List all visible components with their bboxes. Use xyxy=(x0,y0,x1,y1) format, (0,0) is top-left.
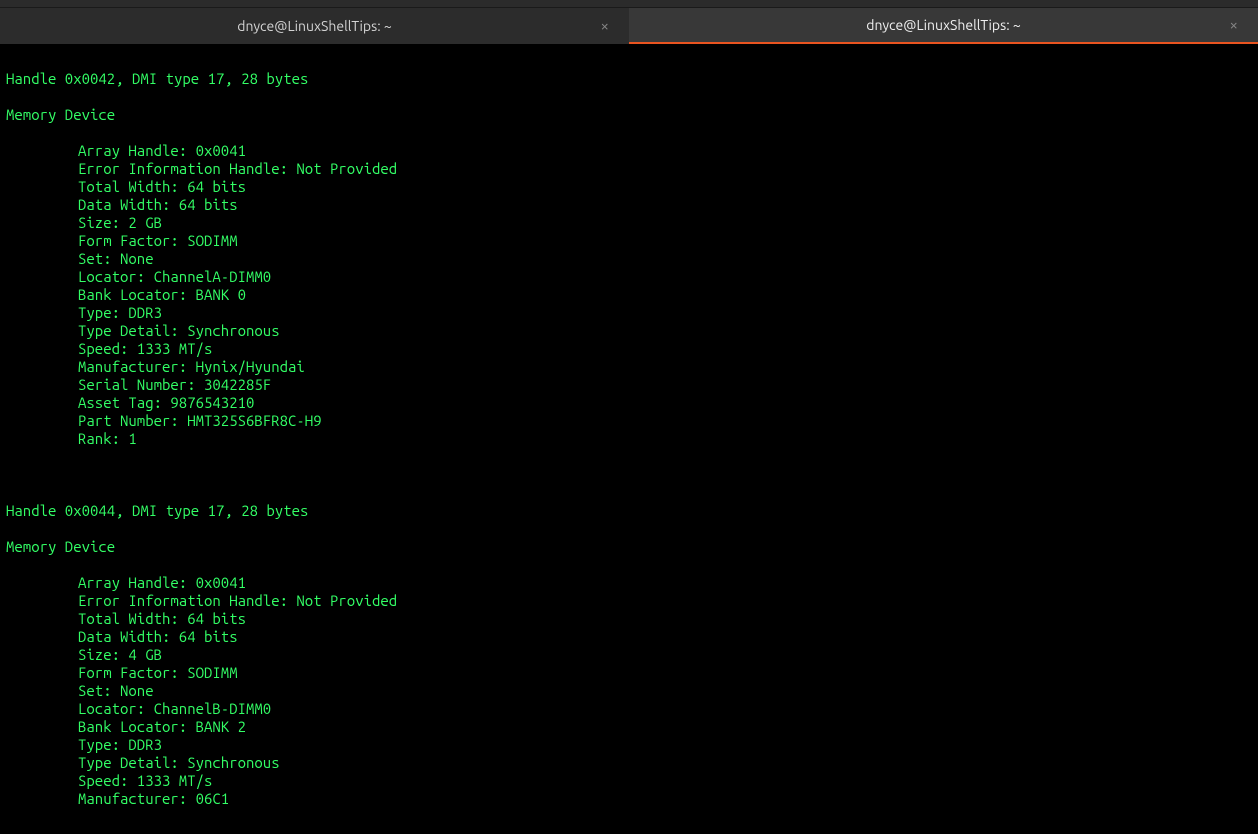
memory-device-field: Form Factor: SODIMM xyxy=(6,664,1252,682)
memory-device-field: Form Factor: SODIMM xyxy=(6,232,1252,250)
terminal-tabbar: dnyce@LinuxShellTips: ~ × dnyce@LinuxShe… xyxy=(0,8,1258,44)
memory-device-field: Error Information Handle: Not Provided xyxy=(6,592,1252,610)
memory-device-field: Asset Tag: 9876543210 xyxy=(6,394,1252,412)
memory-device-field: Type Detail: Synchronous xyxy=(6,754,1252,772)
memory-device-field: Data Width: 64 bits xyxy=(6,196,1252,214)
memory-device-field: Size: 2 GB xyxy=(6,214,1252,232)
window-titlebar xyxy=(0,0,1258,8)
memory-device-field: Size: 4 GB xyxy=(6,646,1252,664)
memory-device-field: Type: DDR3 xyxy=(6,304,1252,322)
memory-device-field: Serial Number: 3042285F xyxy=(6,376,1252,394)
memory-device-field: Total Width: 64 bits xyxy=(6,178,1252,196)
memory-device-field: Error Information Handle: Not Provided xyxy=(6,160,1252,178)
memory-device-field: Set: None xyxy=(6,682,1252,700)
memory-device-field: Type Detail: Synchronous xyxy=(6,322,1252,340)
memory-device-field: Data Width: 64 bits xyxy=(6,628,1252,646)
memory-device-field: Speed: 1333 MT/s xyxy=(6,340,1252,358)
memory-device-field: Array Handle: 0x0041 xyxy=(6,574,1252,592)
memory-device-field: Bank Locator: BANK 2 xyxy=(6,718,1252,736)
memory-device-field: Part Number: HMT325S6BFR8C-H9 xyxy=(6,412,1252,430)
memory-device-field: Locator: ChannelB-DIMM0 xyxy=(6,700,1252,718)
memory-device-field: Speed: 1333 MT/s xyxy=(6,772,1252,790)
memory-device-field: Manufacturer: 06C1 xyxy=(6,790,1252,808)
memory-device-field: Total Width: 64 bits xyxy=(6,610,1252,628)
memory-device-field: Set: None xyxy=(6,250,1252,268)
memory-device-field: Locator: ChannelA-DIMM0 xyxy=(6,268,1252,286)
terminal-tab-2[interactable]: dnyce@LinuxShellTips: ~ × xyxy=(629,8,1258,44)
dmi-header: Handle 0x0042, DMI type 17, 28 bytes xyxy=(6,70,1252,88)
memory-device-field: Array Handle: 0x0041 xyxy=(6,142,1252,160)
memory-device-title: Memory Device xyxy=(6,538,1252,556)
tab-title: dnyce@LinuxShellTips: ~ xyxy=(237,18,392,35)
memory-device-field: Rank: 1 xyxy=(6,430,1252,448)
dmi-header: Handle 0x0044, DMI type 17, 28 bytes xyxy=(6,502,1252,520)
tab-title: dnyce@LinuxShellTips: ~ xyxy=(866,17,1021,34)
memory-device-field: Manufacturer: Hynix/Hyundai xyxy=(6,358,1252,376)
terminal-tab-1[interactable]: dnyce@LinuxShellTips: ~ × xyxy=(0,8,629,44)
blank-line xyxy=(6,466,1252,484)
memory-device-title: Memory Device xyxy=(6,106,1252,124)
close-icon[interactable]: × xyxy=(1224,14,1244,36)
memory-device-field: Bank Locator: BANK 0 xyxy=(6,286,1252,304)
memory-device-field: Type: DDR3 xyxy=(6,736,1252,754)
close-icon[interactable]: × xyxy=(595,15,615,37)
terminal-output[interactable]: Handle 0x0042, DMI type 17, 28 bytes Mem… xyxy=(0,44,1258,834)
